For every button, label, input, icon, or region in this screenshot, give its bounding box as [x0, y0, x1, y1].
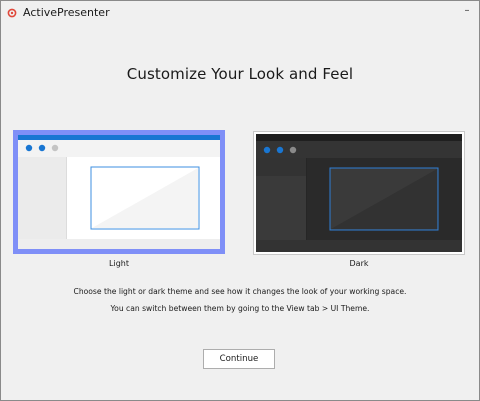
theme-option-light[interactable] [13, 130, 225, 254]
dark-preview-graphic [256, 134, 462, 252]
theme-label-light: Light [109, 259, 129, 268]
window-title: ActivePresenter [23, 6, 110, 19]
continue-button[interactable]: Continue [203, 349, 275, 369]
window-control-dots-icon [25, 144, 59, 152]
theme-option-dark[interactable] [253, 131, 465, 255]
app-logo-icon [7, 8, 17, 18]
title-bar: ActivePresenter – [1, 1, 479, 27]
description-line-1: Choose the light or dark theme and see h… [73, 287, 407, 296]
dark-theme-preview [256, 134, 462, 252]
description-line-2: You can switch between them by going to … [110, 304, 370, 313]
light-theme-preview [18, 135, 220, 249]
page-heading: Customize Your Look and Feel [126, 65, 354, 83]
minimize-button[interactable]: – [459, 4, 475, 20]
minimize-icon: – [464, 5, 470, 16]
welcome-window: ActivePresenter – Customize Your Look an… [0, 0, 480, 401]
theme-label-dark: Dark [349, 259, 369, 268]
light-preview-graphic [18, 135, 220, 249]
